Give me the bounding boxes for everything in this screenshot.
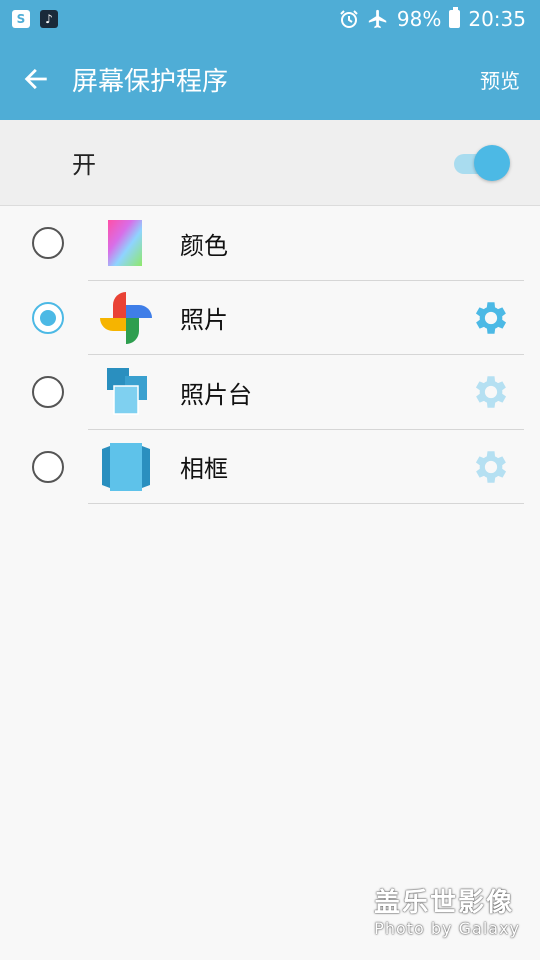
back-button[interactable] [0,38,72,120]
switch-thumb [474,144,510,181]
option-label: 相框 [180,455,228,484]
photo-frame-icon [96,437,156,497]
divider [88,503,524,504]
tiktok-icon: ♪ [40,10,58,28]
battery-icon [449,7,461,28]
radio-button-selected[interactable] [32,301,64,334]
arrow-left-icon [24,68,47,90]
radio-button[interactable] [32,450,64,483]
color-gradient-icon [96,213,156,273]
master-switch-label: 开 [72,151,96,179]
app-bar: 屏幕保护程序 预览 [0,38,540,120]
gear-icon[interactable] [470,297,512,339]
master-toggle-switch[interactable] [452,143,512,183]
status-bar: S ♪ 98% 20:35 [0,0,540,38]
option-photo-table[interactable]: 照片台 [0,355,540,430]
option-photo-frame[interactable]: 相框 [0,430,540,504]
preview-button[interactable]: 预览 [460,65,540,94]
radio-button[interactable] [32,227,64,260]
airplane-icon [368,9,387,29]
gear-icon[interactable] [470,446,512,488]
samsung-s-icon: S [12,10,30,28]
radio-button[interactable] [32,376,64,409]
page-title: 屏幕保护程序 [72,66,229,97]
google-photos-pinwheel-icon [96,288,156,348]
alarm-icon [340,10,358,28]
option-photos[interactable]: 照片 [0,281,540,355]
battery-percent: 98% [396,7,442,31]
option-label: 照片 [180,306,228,335]
photo-table-icon [96,362,156,422]
watermark-sub: Photo by Galaxy [374,919,520,938]
master-switch-row[interactable]: 开 [0,120,540,206]
screensaver-options-list: 颜色 照片 照片台 相框 [0,206,540,504]
watermark: 盖乐世影像 Photo by Galaxy [374,882,520,938]
option-label: 颜色 [180,231,228,260]
option-color[interactable]: 颜色 [0,206,540,281]
status-right-icons: 98% 20:35 [339,7,526,31]
clock: 20:35 [468,7,526,31]
gear-icon[interactable] [470,371,512,413]
option-label: 照片台 [180,380,252,409]
watermark-main: 盖乐世影像 [374,888,515,918]
status-left-icons: S ♪ [12,10,58,28]
